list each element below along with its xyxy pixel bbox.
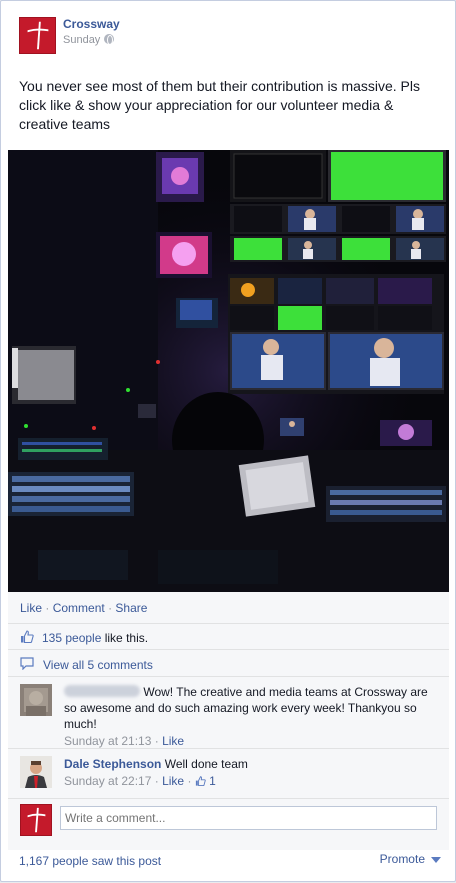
view-all-comments-row: View all 5 comments: [8, 649, 449, 676]
post-actions: Like · Comment · Share: [20, 601, 147, 615]
control-room-photo: [8, 150, 449, 592]
composer-avatar: [20, 804, 52, 836]
avatar[interactable]: [20, 756, 52, 788]
comment-item: Wow! The creative and media teams at Cro…: [8, 676, 449, 748]
post-message: You never see most of them but their con…: [19, 78, 421, 132]
like-count-link[interactable]: 135 people: [42, 631, 101, 645]
post-timestamp[interactable]: Sunday: [63, 34, 115, 46]
chevron-down-icon: [431, 857, 441, 863]
meta-separator: ·: [154, 734, 159, 748]
avatar[interactable]: [20, 684, 52, 716]
comment-author-redacted[interactable]: [64, 685, 140, 697]
comment-link[interactable]: Comment: [53, 601, 105, 615]
action-separator: ·: [108, 601, 113, 615]
thumbs-up-icon: [21, 630, 34, 643]
comment-body: Wow! The creative and media teams at Cro…: [64, 684, 442, 749]
comment-composer: [8, 798, 449, 841]
globe-icon: [104, 34, 115, 45]
post-footer: 1,167 people saw this post Promote: [1, 850, 456, 883]
share-link[interactable]: Share: [115, 601, 147, 615]
post-card: Crossway Sunday You never see most of th…: [0, 0, 456, 882]
crossway-logo-icon: [21, 805, 51, 835]
comment-item: Dale Stephenson Well done team Sunday at…: [8, 748, 449, 798]
post-reach-link[interactable]: 1,167 people saw this post: [19, 854, 161, 868]
comment-meta: Sunday at 22:17 · Like · 1: [64, 773, 442, 789]
comment-author-link[interactable]: Dale Stephenson: [64, 757, 161, 771]
comment-input[interactable]: [60, 806, 437, 830]
comment-time[interactable]: Sunday at 21:13: [64, 734, 151, 748]
speech-bubble-icon: [20, 657, 34, 670]
action-separator: ·: [45, 601, 50, 615]
comment-like-count[interactable]: 1: [195, 774, 216, 788]
page-avatar[interactable]: [19, 17, 56, 54]
like-count-suffix: like this.: [101, 631, 149, 645]
like-link[interactable]: Like: [20, 601, 42, 615]
post-header: Crossway Sunday: [19, 17, 439, 57]
like-summary: 135 people like this.: [8, 623, 449, 648]
meta-separator: ·: [154, 774, 159, 788]
post-feedback: Like · Comment · Share 135 people like t…: [8, 592, 449, 850]
comment-like-link[interactable]: Like: [162, 734, 184, 748]
crossway-logo-icon: [20, 18, 55, 53]
thumbs-up-icon: [195, 776, 206, 786]
comment-body: Dale Stephenson Well done team Sunday at…: [64, 756, 442, 789]
meta-separator: ·: [187, 774, 192, 788]
comment-text: Well done team: [164, 757, 248, 771]
comment-like-count-value: 1: [209, 774, 216, 788]
view-all-comments-link[interactable]: View all 5 comments: [43, 658, 153, 672]
comment-like-link[interactable]: Like: [162, 774, 184, 788]
comment-time[interactable]: Sunday at 22:17: [64, 774, 151, 788]
post-photo[interactable]: [8, 150, 449, 592]
comment-meta: Sunday at 21:13 · Like: [64, 733, 442, 749]
page-name-link[interactable]: Crossway: [63, 17, 120, 31]
promote-label[interactable]: Promote: [380, 852, 425, 866]
promote-button[interactable]: Promote: [380, 852, 441, 866]
timestamp-text[interactable]: Sunday: [63, 34, 100, 46]
